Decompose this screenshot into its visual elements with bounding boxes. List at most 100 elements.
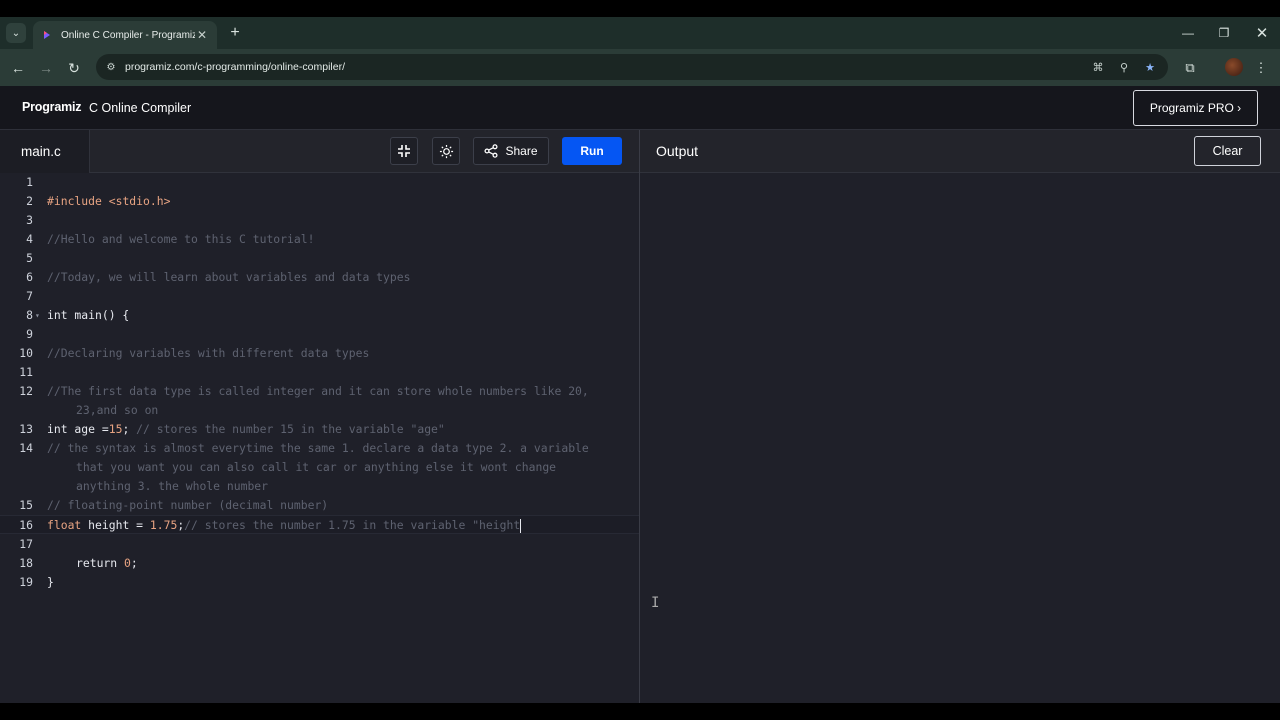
file-tab-main-c[interactable]: main.c (0, 130, 90, 173)
code-comment: anything 3. the whole number (76, 479, 269, 493)
line-number: 4 (26, 232, 33, 246)
line-number: 13 (19, 422, 33, 436)
text-cursor (520, 518, 522, 533)
page-title: C Online Compiler (89, 101, 192, 115)
forward-icon[interactable]: → (36, 58, 56, 78)
share-button[interactable]: Share (473, 137, 549, 165)
code-line[interactable]: 17 (0, 535, 639, 554)
line-number: 11 (19, 365, 33, 379)
line-number: 9 (26, 327, 33, 341)
code-line[interactable]: 2 #include <stdio.h> (0, 192, 639, 211)
programiz-favicon-icon (41, 29, 53, 41)
include-directive: #include (47, 194, 102, 208)
collapse-icon (398, 145, 410, 157)
code-editor[interactable]: 1 2 #include <stdio.h> 3 4 //Hello and wel… (0, 173, 639, 703)
browser-tab[interactable]: Online C Compiler - Programiz ✕ (33, 21, 217, 49)
tab-search-icon[interactable]: ⌄ (6, 23, 26, 43)
browser-toolbar: ← → ↻ ⚙ programiz.com/c-programming/onli… (0, 49, 1280, 86)
code-line[interactable]: 11 (0, 363, 639, 382)
clear-button[interactable]: Clear (1194, 136, 1261, 166)
number-literal: 15 (108, 422, 123, 436)
code-comment: //Hello and welcome to this C tutorial! (47, 232, 315, 246)
extensions-icon[interactable]: ⧉ (1180, 58, 1200, 78)
sun-icon (439, 144, 453, 158)
code-line-active[interactable]: 16 float height = 1.75;// stores the numb… (0, 515, 639, 534)
include-header: <stdio.h> (108, 194, 171, 208)
line-number: 14 (19, 441, 33, 455)
line-number: 6 (26, 270, 33, 284)
fold-chevron-icon[interactable]: ▾ (35, 306, 40, 325)
code-comment: //The first data type is called integer … (47, 384, 589, 398)
code-line-wrap[interactable]: anything 3. the whole number (0, 477, 639, 496)
line-number: 1 (26, 175, 33, 189)
code-line[interactable]: 13 int age =15; // stores the number 15 i… (0, 420, 639, 439)
window-close-icon[interactable]: ✕ (1244, 17, 1280, 49)
code-comment: // the syntax is almost everytime the sa… (47, 441, 589, 455)
code-line[interactable]: 12 //The first data type is called intege… (0, 382, 639, 401)
code-line[interactable]: 6 //Today, we will learn about variables … (0, 268, 639, 287)
line-number: 7 (26, 289, 33, 303)
screen: ⌄ Online C Compiler - Programiz ✕ + — ❐ … (0, 17, 1280, 703)
code-text: } (47, 575, 54, 589)
profile-avatar[interactable] (1225, 58, 1243, 76)
code-line-wrap[interactable]: that you want you can also call it car o… (0, 458, 639, 477)
code-line[interactable]: 7 (0, 287, 639, 306)
code-line[interactable]: 3 (0, 211, 639, 230)
line-number: 3 (26, 213, 33, 227)
translate-icon[interactable]: ⌘ (1090, 59, 1106, 75)
code-comment: // stores the number 1.75 in the variabl… (184, 518, 521, 532)
tab-title: Online C Compiler - Programiz (61, 29, 195, 41)
code-line[interactable]: 4 //Hello and welcome to this C tutorial! (0, 230, 639, 249)
share-label: Share (505, 144, 538, 158)
editor-toolbar: main.c Share Run Output Clear (0, 130, 1280, 173)
address-bar[interactable]: ⚙ programiz.com/c-programming/online-com… (96, 54, 1168, 80)
theme-toggle-button[interactable] (432, 137, 460, 165)
code-line-wrap[interactable]: 23,and so on (0, 401, 639, 420)
run-button[interactable]: Run (562, 137, 622, 165)
mouse-ibeam-cursor: I (651, 595, 660, 611)
code-comment: that you want you can also call it car o… (76, 460, 557, 474)
fullscreen-exit-button[interactable] (390, 137, 418, 165)
code-text: int main() { (47, 308, 130, 322)
code-line[interactable]: 1 (0, 173, 639, 192)
code-comment: // floating-point number (decimal number… (47, 498, 329, 512)
code-line[interactable]: 5 (0, 249, 639, 268)
back-icon[interactable]: ← (8, 58, 28, 78)
code-text: return (76, 556, 125, 570)
tab-close-icon[interactable]: ✕ (195, 28, 209, 42)
line-number: 2 (26, 194, 33, 208)
reload-icon[interactable]: ↻ (64, 58, 84, 78)
code-text: ; (122, 422, 137, 436)
code-line[interactable]: 15 // floating-point number (decimal numb… (0, 496, 639, 515)
line-number: 19 (19, 575, 33, 589)
code-line[interactable]: 19} (0, 573, 639, 592)
keyword: float (47, 518, 82, 532)
restore-icon[interactable]: ❐ (1206, 17, 1242, 49)
code-line[interactable]: 14 // the syntax is almost everytime the … (0, 439, 639, 458)
line-number: 18 (19, 556, 33, 570)
code-text: ; (130, 556, 138, 570)
output-panel[interactable] (640, 173, 1280, 703)
new-tab-icon[interactable]: + (226, 23, 244, 43)
code-comment: //Today, we will learn about variables a… (47, 270, 411, 284)
number-literal: 0 (124, 556, 131, 570)
code-line[interactable]: 9 (0, 325, 639, 344)
browser-tabstrip: ⌄ Online C Compiler - Programiz ✕ + — ❐ … (0, 17, 1280, 49)
programiz-pro-button[interactable]: Programiz PRO › (1133, 90, 1258, 126)
site-info-icon[interactable]: ⚙ (104, 60, 118, 74)
code-line[interactable]: 8 ▾ int main() { (0, 306, 639, 325)
number-literal: 1.75 (149, 518, 178, 532)
line-number: 12 (19, 384, 33, 398)
code-comment: // stores the number 15 in the variable … (136, 422, 445, 436)
line-number: 8 (26, 308, 33, 322)
code-line[interactable]: 18 return 0; (0, 554, 639, 573)
menu-icon[interactable]: ⋮ (1251, 58, 1271, 78)
code-text: int age = (47, 422, 109, 436)
zoom-icon[interactable]: ⚲ (1116, 59, 1132, 75)
code-line[interactable]: 10 //Declaring variables with different d… (0, 344, 639, 363)
bookmark-star-icon[interactable]: ★ (1142, 59, 1158, 75)
programiz-logo[interactable]: Programiz (22, 100, 82, 114)
share-icon (484, 144, 499, 158)
minimize-icon[interactable]: — (1170, 17, 1206, 49)
line-number: 10 (19, 346, 33, 360)
